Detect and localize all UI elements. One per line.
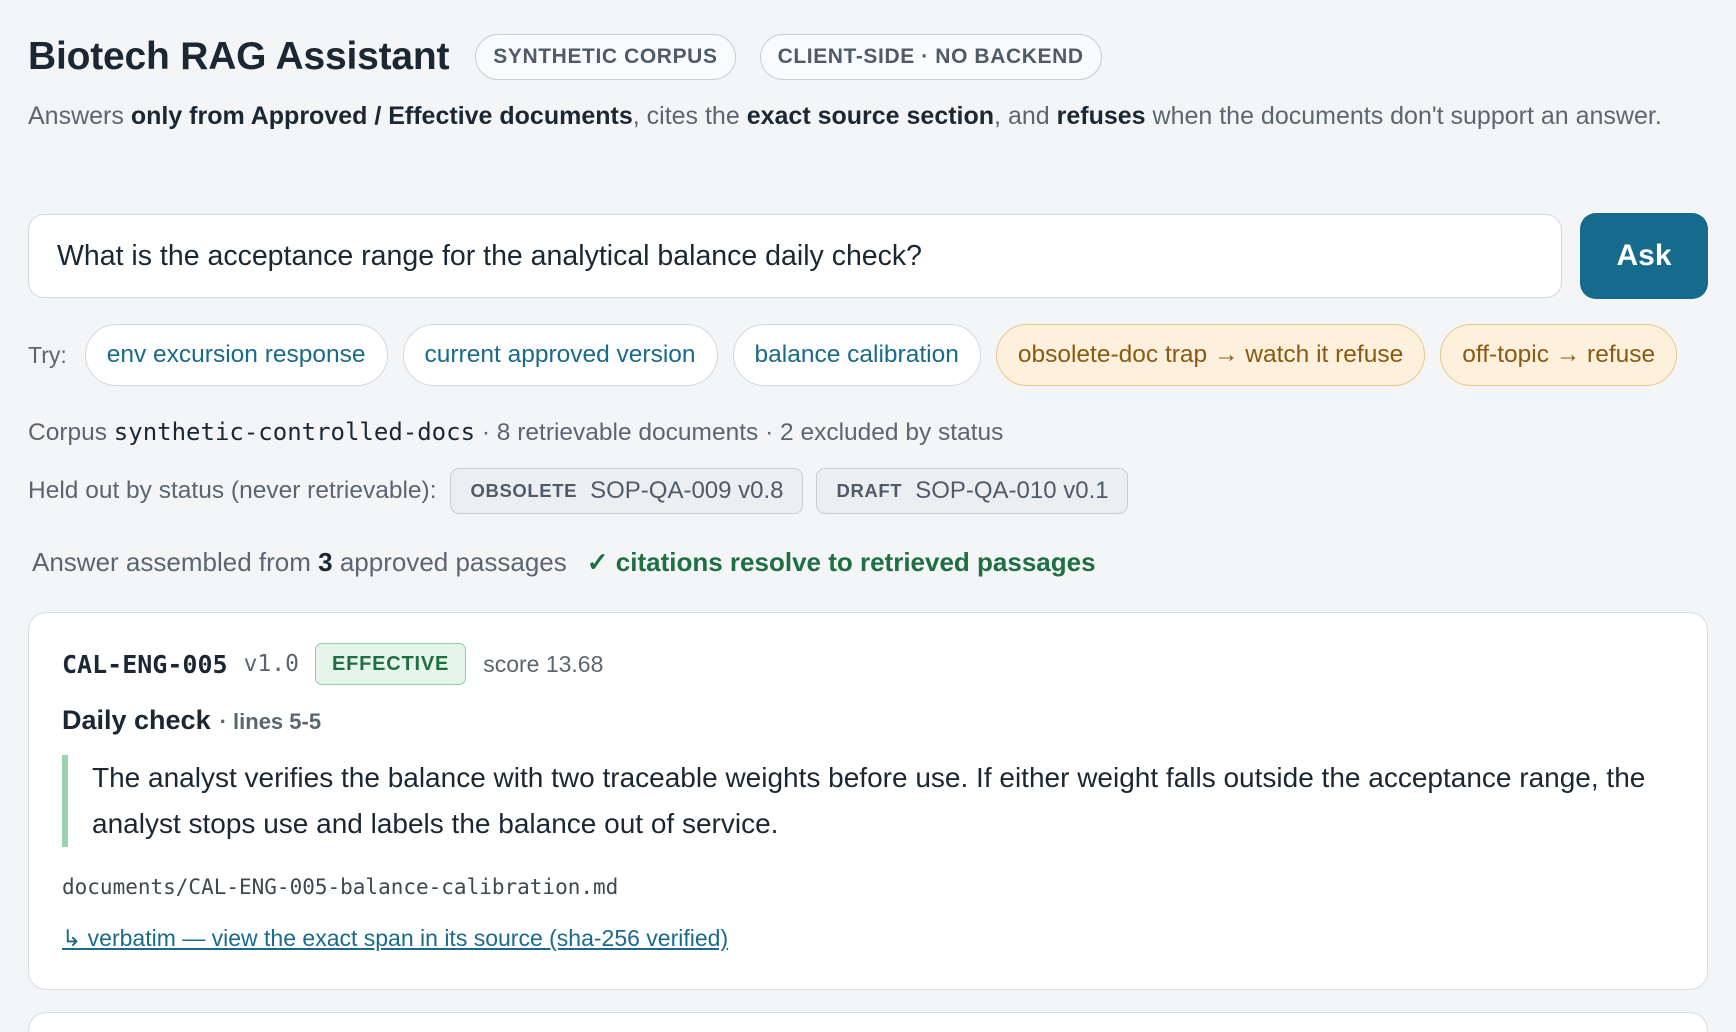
doc-version: v1.0 <box>243 651 299 677</box>
corpus-prefix: Corpus <box>28 419 114 446</box>
question-input[interactable] <box>28 214 1562 298</box>
corpus-name: synthetic-controlled-docs <box>113 418 476 446</box>
page-title: Biotech RAG Assistant <box>28 35 450 78</box>
example-chip-obsolete-trap[interactable]: obsolete-doc trap → watch it refuse <box>995 324 1426 386</box>
held-out-status: OBSOLETE <box>470 480 578 501</box>
passage-card: CAL-ENG-005 v1.0 EFFECTIVE score 13.68 D… <box>28 612 1708 990</box>
held-out-doc: SOP-QA-010 v0.1 <box>915 477 1109 504</box>
passage-quote: The analyst verifies the balance with tw… <box>62 755 1682 847</box>
subtitle-text: , cites the <box>632 102 747 130</box>
try-label: Try: <box>28 341 67 368</box>
held-out-status: DRAFT <box>836 480 903 501</box>
example-chip-balance-calibration[interactable]: balance calibration <box>732 324 981 386</box>
status-badge: EFFECTIVE <box>314 643 467 685</box>
client-side-badge: CLIENT-SIDE · NO BACKEND <box>759 34 1102 80</box>
synthetic-corpus-badge: SYNTHETIC CORPUS <box>475 34 736 80</box>
retrieval-score: score 13.68 <box>483 650 604 677</box>
example-queries: Try: env excursion response current appr… <box>28 324 1678 386</box>
held-out-item: OBSOLETE SOP-QA-009 v0.8 <box>449 468 803 514</box>
held-out-docs: Held out by status (never retrievable): … <box>28 468 1141 514</box>
corpus-info: Corpus synthetic-controlled-docs · 8 ret… <box>28 418 1003 447</box>
ask-button[interactable]: Ask <box>1580 213 1708 299</box>
subtitle-emphasis: only from Approved / Effective documents <box>130 102 633 130</box>
passage-header: CAL-ENG-005 v1.0 EFFECTIVE score 13.68 <box>62 643 603 685</box>
section-title: Daily check <box>62 705 211 735</box>
query-bar: Ask <box>28 213 1708 299</box>
verbatim-source-link[interactable]: ↳ verbatim — view the exact span in its … <box>62 925 728 952</box>
doc-id: CAL-ENG-005 <box>62 649 228 679</box>
held-out-item: DRAFT SOP-QA-010 v0.1 <box>815 468 1128 514</box>
next-passage-card <box>28 1012 1708 1032</box>
subtitle-emphasis: exact source section <box>746 102 995 130</box>
example-chip-env-excursion[interactable]: env excursion response <box>84 324 388 386</box>
held-out-label: Held out by status (never retrievable): <box>28 477 437 504</box>
example-chip-off-topic[interactable]: off-topic → refuse <box>1440 324 1678 386</box>
app: Biotech RAG Assistant SYNTHETIC CORPUS C… <box>0 0 1736 1032</box>
answer-summary: Answer assembled from 3 approved passage… <box>32 547 1096 578</box>
answer-summary-text: Answer assembled from <box>32 547 311 577</box>
answer-summary-text: approved passages <box>339 547 567 577</box>
passage-count: 3 <box>318 547 333 577</box>
citations-verified: ✓ citations resolve to retrieved passage… <box>586 547 1096 577</box>
section-heading: Daily check · lines 5-5 <box>62 705 321 736</box>
page-subtitle: Answers only from Approved / Effective d… <box>28 96 1708 136</box>
subtitle-text: Answers <box>28 102 131 130</box>
corpus-stats: · 8 retrievable documents · 2 excluded b… <box>475 419 1004 446</box>
subtitle-emphasis: refuses <box>1056 102 1146 130</box>
subtitle-text: when the documents don't support an answ… <box>1145 102 1662 130</box>
held-out-doc: SOP-QA-009 v0.8 <box>590 477 784 504</box>
example-chip-current-version[interactable]: current approved version <box>402 324 718 386</box>
subtitle-text: , and <box>994 102 1057 130</box>
section-lines: · lines 5-5 <box>219 709 322 734</box>
header: Biotech RAG Assistant SYNTHETIC CORPUS C… <box>28 34 1102 80</box>
source-path: documents/CAL-ENG-005-balance-calibratio… <box>62 875 619 899</box>
